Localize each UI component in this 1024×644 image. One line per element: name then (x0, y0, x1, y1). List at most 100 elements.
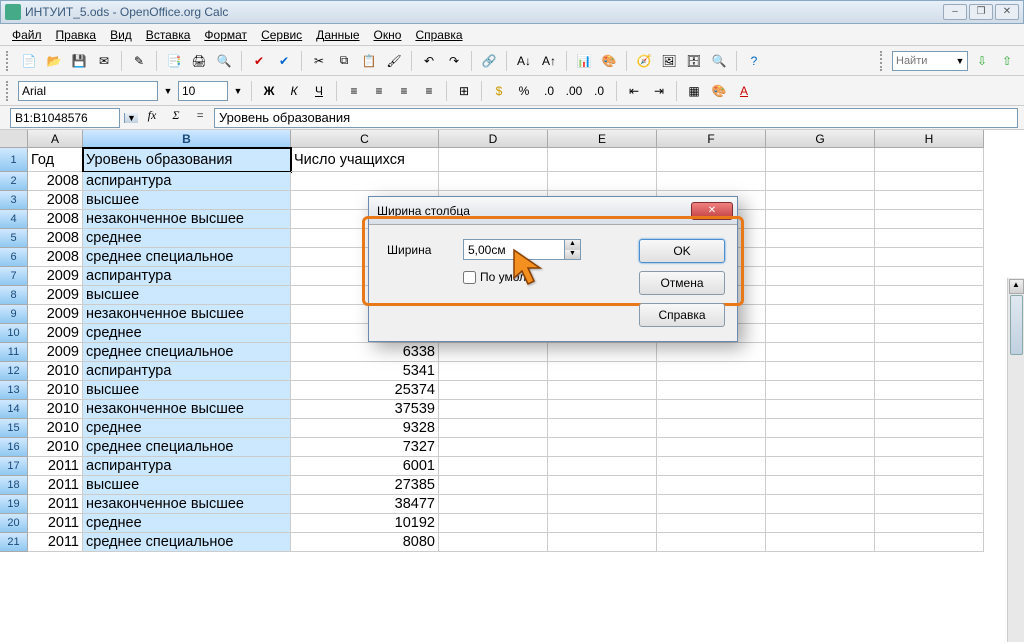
cell-D14[interactable] (439, 400, 548, 419)
underline-icon[interactable]: Ч (308, 80, 330, 102)
cell-H18[interactable] (875, 476, 984, 495)
cell-H12[interactable] (875, 362, 984, 381)
gallery-icon[interactable]: 🖼 (658, 50, 680, 72)
open-icon[interactable]: 📂 (43, 50, 65, 72)
cell-B19[interactable]: незаконченное высшее (83, 495, 291, 514)
menu-данные[interactable]: Данные (310, 26, 365, 44)
cell-F20[interactable] (657, 514, 766, 533)
cell-B8[interactable]: высшее (83, 286, 291, 305)
dialog-close-icon[interactable]: ✕ (691, 202, 733, 220)
cell-G1[interactable] (766, 148, 875, 172)
row-header-7[interactable]: 7 (0, 267, 28, 286)
cell-B1[interactable]: Уровень образования (83, 148, 291, 172)
cell-B13[interactable]: высшее (83, 381, 291, 400)
cell-B5[interactable]: среднее (83, 229, 291, 248)
cell-B18[interactable]: высшее (83, 476, 291, 495)
help-button[interactable]: Справка (639, 303, 725, 327)
equals-icon[interactable]: = (190, 108, 210, 128)
col-header-F[interactable]: F (657, 130, 766, 148)
cell-C17[interactable]: 6001 (291, 457, 439, 476)
format-paint-icon[interactable]: 🖌 (383, 50, 405, 72)
cell-A21[interactable]: 2011 (28, 533, 83, 552)
merge-cells-icon[interactable]: ⊞ (453, 80, 475, 102)
menu-окно[interactable]: Окно (368, 26, 408, 44)
cell-D17[interactable] (439, 457, 548, 476)
cell-B2[interactable]: аспирантура (83, 172, 291, 191)
cell-B20[interactable]: среднее (83, 514, 291, 533)
row-header-15[interactable]: 15 (0, 419, 28, 438)
cell-H10[interactable] (875, 324, 984, 343)
email-icon[interactable]: ✉ (93, 50, 115, 72)
menu-формат[interactable]: Формат (198, 26, 253, 44)
cell-A16[interactable]: 2010 (28, 438, 83, 457)
cell-E12[interactable] (548, 362, 657, 381)
row-header-12[interactable]: 12 (0, 362, 28, 381)
cell-H3[interactable] (875, 191, 984, 210)
show-draw-icon[interactable]: 🎨 (598, 50, 620, 72)
cell-B14[interactable]: незаконченное высшее (83, 400, 291, 419)
italic-icon[interactable]: К (283, 80, 305, 102)
cell-A3[interactable]: 2008 (28, 191, 83, 210)
close-button[interactable]: ✕ (995, 4, 1019, 20)
cell-F15[interactable] (657, 419, 766, 438)
cell-H15[interactable] (875, 419, 984, 438)
row-header-14[interactable]: 14 (0, 400, 28, 419)
align-left-icon[interactable]: ≡ (343, 80, 365, 102)
cell-B9[interactable]: незаконченное высшее (83, 305, 291, 324)
cell-C19[interactable]: 38477 (291, 495, 439, 514)
cell-F19[interactable] (657, 495, 766, 514)
cell-H9[interactable] (875, 305, 984, 324)
percent-icon[interactable]: % (513, 80, 535, 102)
cell-F18[interactable] (657, 476, 766, 495)
sum-icon[interactable]: Σ (166, 108, 186, 128)
cell-E21[interactable] (548, 533, 657, 552)
row-header-5[interactable]: 5 (0, 229, 28, 248)
help-icon[interactable]: ? (743, 50, 765, 72)
cell-B15[interactable]: среднее (83, 419, 291, 438)
align-justify-icon[interactable]: ≡ (418, 80, 440, 102)
cell-F11[interactable] (657, 343, 766, 362)
find-box[interactable]: ▼ (892, 51, 968, 71)
cell-G8[interactable] (766, 286, 875, 305)
cell-H19[interactable] (875, 495, 984, 514)
col-header-H[interactable]: H (875, 130, 984, 148)
cell-D13[interactable] (439, 381, 548, 400)
cell-C12[interactable]: 5341 (291, 362, 439, 381)
toolbar-handle[interactable] (880, 51, 885, 71)
cell-G18[interactable] (766, 476, 875, 495)
cell-H13[interactable] (875, 381, 984, 400)
find-prev-icon[interactable]: ⇧ (996, 50, 1018, 72)
cell-H11[interactable] (875, 343, 984, 362)
cell-B21[interactable]: среднее специальное (83, 533, 291, 552)
row-header-3[interactable]: 3 (0, 191, 28, 210)
cell-C2[interactable] (291, 172, 439, 191)
redo-icon[interactable]: ↷ (443, 50, 465, 72)
cell-B3[interactable]: высшее (83, 191, 291, 210)
cell-H16[interactable] (875, 438, 984, 457)
cell-A18[interactable]: 2011 (28, 476, 83, 495)
cell-H14[interactable] (875, 400, 984, 419)
menu-вид[interactable]: Вид (104, 26, 138, 44)
cell-F17[interactable] (657, 457, 766, 476)
cell-B7[interactable]: аспирантура (83, 267, 291, 286)
cell-E17[interactable] (548, 457, 657, 476)
cell-C16[interactable]: 7327 (291, 438, 439, 457)
cell-B6[interactable]: среднее специальное (83, 248, 291, 267)
cell-A7[interactable]: 2009 (28, 267, 83, 286)
row-header-16[interactable]: 16 (0, 438, 28, 457)
currency-icon[interactable]: $ (488, 80, 510, 102)
print-icon[interactable]: 🖨 (188, 50, 210, 72)
row-header-9[interactable]: 9 (0, 305, 28, 324)
maximize-button[interactable]: ❐ (969, 4, 993, 20)
cancel-button[interactable]: Отмена (639, 271, 725, 295)
width-spinbox[interactable]: ▲ ▼ (463, 239, 581, 260)
cell-G11[interactable] (766, 343, 875, 362)
cell-D11[interactable] (439, 343, 548, 362)
cell-E13[interactable] (548, 381, 657, 400)
cell-H2[interactable] (875, 172, 984, 191)
cell-F12[interactable] (657, 362, 766, 381)
cell-G13[interactable] (766, 381, 875, 400)
cell-A15[interactable]: 2010 (28, 419, 83, 438)
cell-E18[interactable] (548, 476, 657, 495)
minimize-button[interactable]: – (943, 4, 967, 20)
